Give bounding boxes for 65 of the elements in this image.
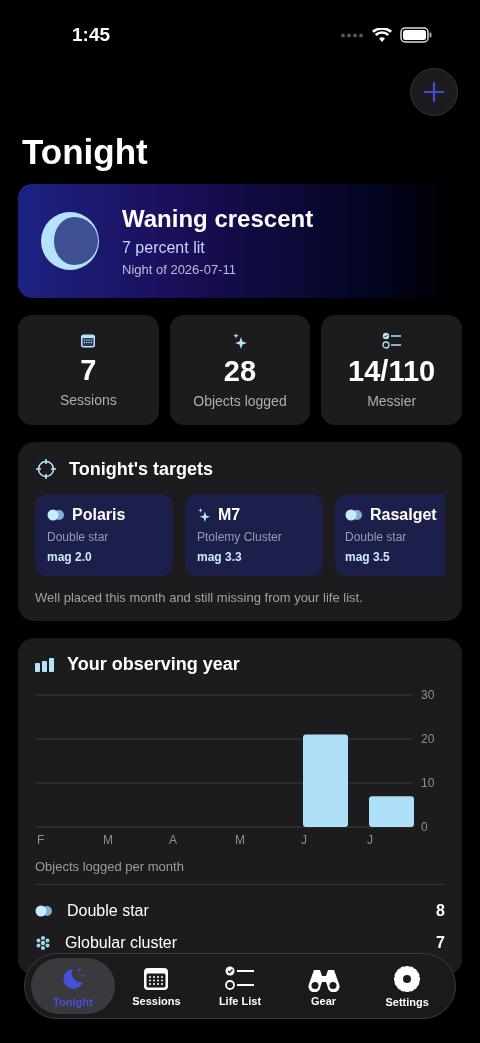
target-magnitude: mag 3.5 <box>345 550 391 564</box>
stat-value: 28 <box>223 354 257 388</box>
x-tick-label: F <box>37 833 45 847</box>
calendar-icon <box>80 332 97 349</box>
target-card[interactable]: M7 Ptolemy Cluster mag 3.3 <box>185 494 323 576</box>
y-tick-label: 30 <box>421 689 435 702</box>
moon-phase: Waning crescent <box>122 205 314 233</box>
tab[interactable]: Gear <box>281 958 366 1014</box>
object-count: 8 <box>436 902 445 920</box>
double-star-icon <box>345 509 363 521</box>
object-count: 7 <box>436 934 445 952</box>
crosshair-icon <box>35 458 57 480</box>
cellular-signal-icon <box>340 32 364 38</box>
y-tick-label: 20 <box>421 732 435 746</box>
y-tick-label: 10 <box>421 776 435 790</box>
battery-icon <box>400 27 432 43</box>
moon-icon <box>40 211 100 271</box>
night-date: Night of 2026-07-11 <box>122 262 237 277</box>
target-type: Double star <box>345 530 408 544</box>
x-tick-label: A <box>169 833 177 847</box>
stat-label: Messier <box>367 392 417 409</box>
plus-icon <box>423 81 445 103</box>
moon-illumination: 7 percent lit <box>122 239 206 257</box>
y-tick-label: 0 <box>421 820 428 834</box>
section-title: Tonight's targets <box>69 458 213 480</box>
target-card[interactable]: Rasalget Double star mag 3.5 <box>335 494 445 576</box>
tab[interactable]: Sessions <box>114 958 199 1014</box>
add-button[interactable] <box>410 68 458 116</box>
target-name: M7 <box>218 506 241 524</box>
page-title: Tonight <box>22 131 149 173</box>
target-type: Ptolemy Cluster <box>197 530 283 544</box>
object-type: Double star <box>67 902 150 920</box>
section-title: Your observing year <box>67 654 240 675</box>
bar-chart-icon <box>35 657 55 672</box>
tab[interactable]: Life List <box>198 958 282 1014</box>
checklist-icon <box>381 331 402 350</box>
object-type: Globular cluster <box>65 934 179 952</box>
x-tick-label: J <box>301 833 307 847</box>
cluster-icon <box>35 935 51 951</box>
stat-value: 7 <box>80 353 97 387</box>
double-star-icon <box>35 905 53 917</box>
sparkles-icon <box>232 331 248 350</box>
calendar-icon <box>142 965 171 992</box>
status-time: 1:45 <box>72 24 111 46</box>
x-tick-label: M <box>103 833 113 847</box>
stat-label: Sessions <box>59 391 117 408</box>
targets-note: Well placed this month and still missing from your life list. <box>35 590 364 605</box>
x-tick-label: M <box>235 833 245 847</box>
double-star-icon <box>47 509 65 521</box>
stat-value: 14/110 <box>348 354 436 388</box>
target-magnitude: mag 2.0 <box>47 550 93 564</box>
target-type: Double star <box>47 530 110 544</box>
chart-bar <box>369 796 414 827</box>
target-card[interactable]: Polaris Double star mag 2.0 <box>35 494 173 576</box>
x-tick-label: J <box>367 833 373 847</box>
settings-icon <box>393 964 422 993</box>
chart-caption: Objects logged per month <box>35 859 445 885</box>
target-name: Polaris <box>72 506 126 524</box>
wifi-icon <box>372 27 392 43</box>
sparkles-icon <box>197 507 211 523</box>
target-magnitude: mag 3.3 <box>197 550 243 564</box>
tab[interactable]: Settings <box>365 958 449 1014</box>
checklist-icon <box>225 965 255 992</box>
stat-label: Objects logged <box>193 392 287 409</box>
target-name: Rasalget <box>370 506 437 524</box>
